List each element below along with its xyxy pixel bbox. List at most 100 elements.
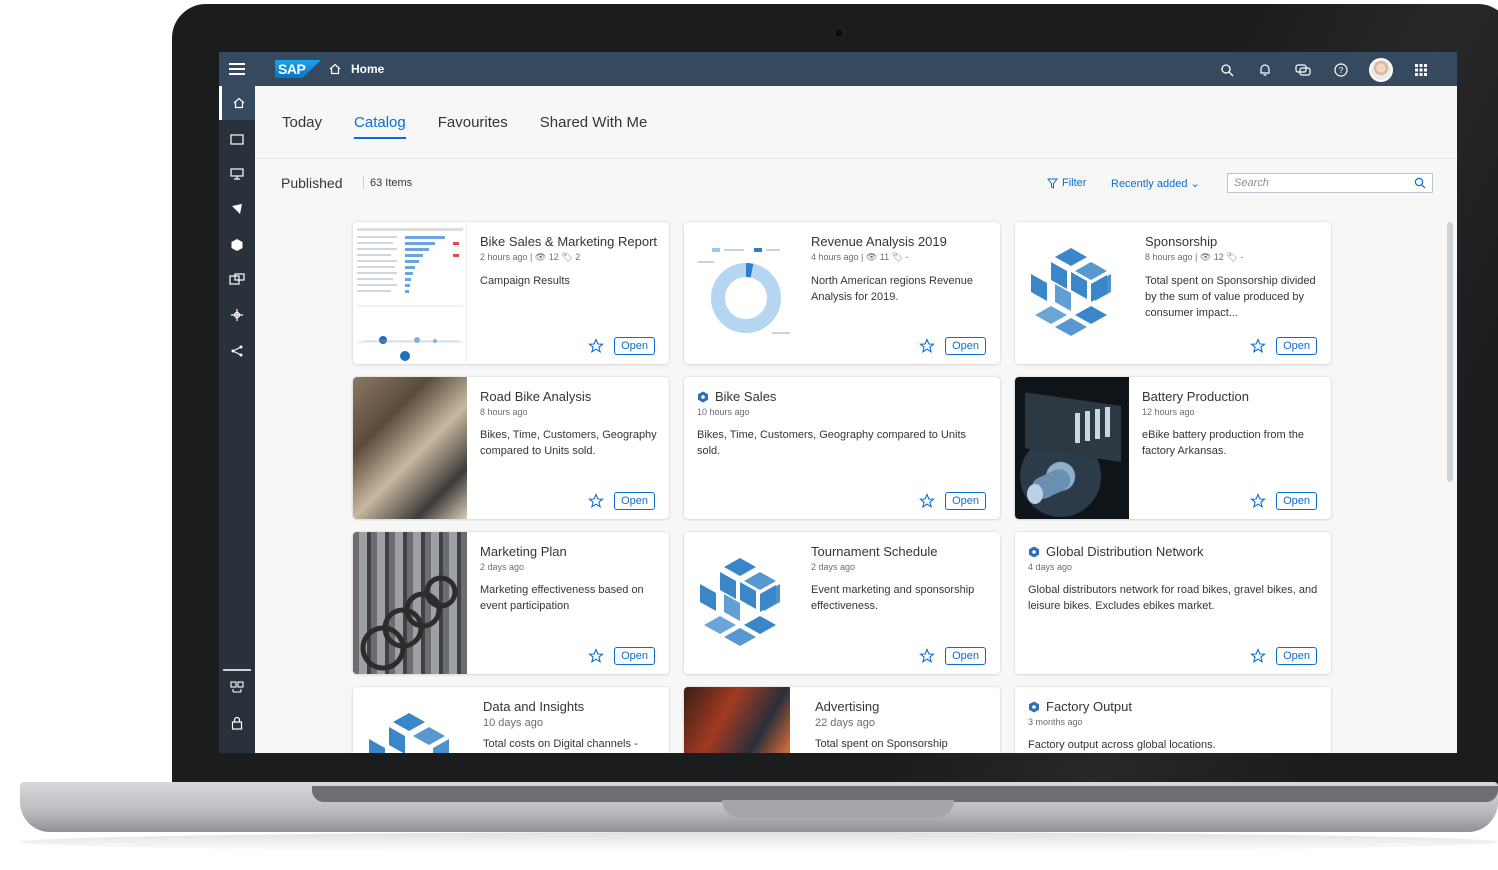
help-icon[interactable]: ? — [1331, 59, 1351, 81]
card-meta: 2 days ago — [480, 562, 525, 572]
card-global-distribution-network[interactable]: Global Distribution Network 4 days ago G… — [1015, 532, 1331, 674]
card-description: Marketing effectiveness based on event p… — [480, 584, 644, 612]
cube-thumbnail — [353, 687, 467, 753]
nav-analytic-app-icon[interactable] — [219, 263, 255, 297]
star-icon[interactable] — [1250, 493, 1267, 509]
card-title[interactable]: Advertising — [815, 699, 990, 714]
card-road-bike-analysis[interactable]: Road Bike Analysis 8 hours ago Bikes, Ti… — [353, 377, 669, 519]
filter-button[interactable]: Filter — [1047, 177, 1086, 189]
card-meta: 22 days ago — [815, 717, 875, 729]
card-meta: 4 hours ago | 👁 11 🏷 - — [811, 252, 909, 262]
card-meta: 3 months ago — [1028, 717, 1083, 727]
card-description: Bikes, Time, Customers, Geography compar… — [697, 429, 966, 457]
star-icon[interactable] — [588, 493, 605, 509]
nav-home-icon[interactable] — [219, 86, 255, 120]
shell-bar: SAP Home ? — [219, 52, 1457, 86]
story-icon — [698, 391, 708, 402]
svg-text:?: ? — [1339, 66, 1344, 75]
card-title[interactable]: Data and Insights — [483, 699, 659, 714]
star-icon[interactable] — [1250, 338, 1267, 354]
open-button[interactable]: Open — [1276, 337, 1317, 355]
card-marketing-plan[interactable]: Marketing Plan 2 days ago Marketing effe… — [353, 532, 669, 674]
card-body: Data and Insights 10 days ago Total cost… — [483, 699, 659, 752]
filter-icon — [1047, 178, 1058, 189]
nav-connections-icon[interactable] — [219, 670, 255, 704]
tab-shared-with-me[interactable]: Shared With Me — [540, 114, 648, 139]
open-button[interactable]: Open — [945, 492, 986, 510]
card-revenue-analysis-2019[interactable]: Revenue Analysis 2019 4 hours ago | 👁 11… — [684, 222, 1000, 364]
nav-stories-icon[interactable] — [219, 228, 255, 262]
card-title[interactable]: Global Distribution Network — [1046, 544, 1204, 559]
card-title[interactable]: Road Bike Analysis — [480, 389, 659, 404]
star-icon[interactable] — [919, 648, 936, 664]
card-body: Factory Output 3 months ago Factory outp… — [1028, 699, 1321, 753]
star-icon[interactable] — [919, 493, 936, 509]
card-title[interactable]: Bike Sales & Marketing Report — [480, 234, 659, 249]
open-button[interactable]: Open — [945, 337, 986, 355]
card-title[interactable]: Bike Sales — [715, 389, 776, 404]
card-title[interactable]: Sponsorship — [1145, 234, 1321, 249]
product-switch-icon[interactable] — [1411, 59, 1431, 81]
story-icon — [1029, 546, 1039, 557]
home-link[interactable]: Home — [351, 62, 384, 76]
card-title[interactable]: Battery Production — [1142, 389, 1321, 404]
card-title[interactable]: Tournament Schedule — [811, 544, 990, 559]
card-title[interactable]: Revenue Analysis 2019 — [811, 234, 990, 249]
card-description: Campaign Results — [480, 275, 570, 287]
card-data-and-insights[interactable]: Data and Insights 10 days ago Total cost… — [353, 687, 669, 753]
card-description: Total spent on Sponsorship — [815, 738, 948, 750]
nav-explorer-icon[interactable] — [219, 192, 255, 226]
star-icon[interactable] — [588, 648, 605, 664]
nav-security-icon[interactable] — [219, 706, 255, 740]
tab-catalog[interactable]: Catalog — [354, 114, 406, 139]
open-button[interactable]: Open — [945, 647, 986, 665]
open-button[interactable]: Open — [614, 492, 655, 510]
star-icon[interactable] — [588, 338, 605, 354]
tab-favourites[interactable]: Favourites — [438, 114, 508, 139]
tab-today[interactable]: Today — [282, 114, 322, 139]
card-description: eBike battery production from the factor… — [1142, 429, 1305, 457]
menu-icon[interactable] — [229, 61, 245, 77]
card-advertising[interactable]: Advertising 22 days ago Total spent on S… — [684, 687, 1000, 753]
chat-icon[interactable] — [1293, 59, 1313, 81]
card-meta: 2 hours ago | 👁 12 🏷 2 — [480, 252, 581, 262]
card-bike-sales-marketing[interactable]: Bike Sales & Marketing Report 2 hours ag… — [353, 222, 669, 364]
card-title[interactable]: Factory Output — [1046, 699, 1132, 714]
card-battery-production[interactable]: Battery Production 12 hours ago eBike ba… — [1015, 377, 1331, 519]
battery-photo — [1015, 377, 1129, 519]
sort-dropdown[interactable]: Recently added ⌄ — [1111, 177, 1200, 190]
open-button[interactable]: Open — [614, 337, 655, 355]
card-meta: 10 days ago — [483, 717, 543, 729]
card-description: Factory output across global locations. — [1028, 739, 1216, 751]
cube-thumbnail — [684, 532, 804, 674]
open-button[interactable]: Open — [1276, 492, 1317, 510]
card-tournament-schedule[interactable]: Tournament Schedule 2 days ago Event mar… — [684, 532, 1000, 674]
nav-share-icon[interactable] — [219, 334, 255, 368]
scrollbar[interactable] — [1447, 222, 1453, 482]
card-description: Total costs on Digital channels - — [483, 738, 638, 750]
star-icon[interactable] — [1250, 648, 1267, 664]
avatar[interactable] — [1369, 58, 1393, 82]
nav-folder-icon[interactable] — [219, 122, 255, 156]
card-factory-output[interactable]: Factory Output 3 months ago Factory outp… — [1015, 687, 1331, 753]
bikes-photo — [353, 532, 467, 674]
nav-presentation-icon[interactable] — [219, 157, 255, 191]
nav-modeler-icon[interactable] — [219, 298, 255, 332]
card-body: Bike Sales & Marketing Report 2 hours ag… — [480, 234, 659, 289]
open-button[interactable]: Open — [1276, 647, 1317, 665]
search-icon[interactable] — [1217, 59, 1237, 81]
open-button[interactable]: Open — [614, 647, 655, 665]
sap-logo[interactable]: SAP — [275, 60, 321, 78]
card-description: Total spent on Sponsorship divided by th… — [1145, 275, 1316, 319]
bell-icon[interactable] — [1255, 59, 1275, 81]
star-icon[interactable] — [919, 338, 936, 354]
section-title: Published — [281, 175, 343, 191]
card-description: Global distributors network for road bik… — [1028, 584, 1318, 612]
card-bike-sales[interactable]: Bike Sales 10 hours ago Bikes, Time, Cus… — [684, 377, 1000, 519]
card-title-row: Factory Output — [1028, 699, 1321, 714]
card-body: Sponsorship 8 hours ago | 👁 12 🏷 - Total… — [1145, 234, 1321, 321]
search-field-icon[interactable] — [1414, 177, 1426, 189]
card-sponsorship[interactable]: Sponsorship 8 hours ago | 👁 12 🏷 - Total… — [1015, 222, 1331, 364]
search-input[interactable]: Search — [1227, 173, 1433, 193]
card-title[interactable]: Marketing Plan — [480, 544, 659, 559]
